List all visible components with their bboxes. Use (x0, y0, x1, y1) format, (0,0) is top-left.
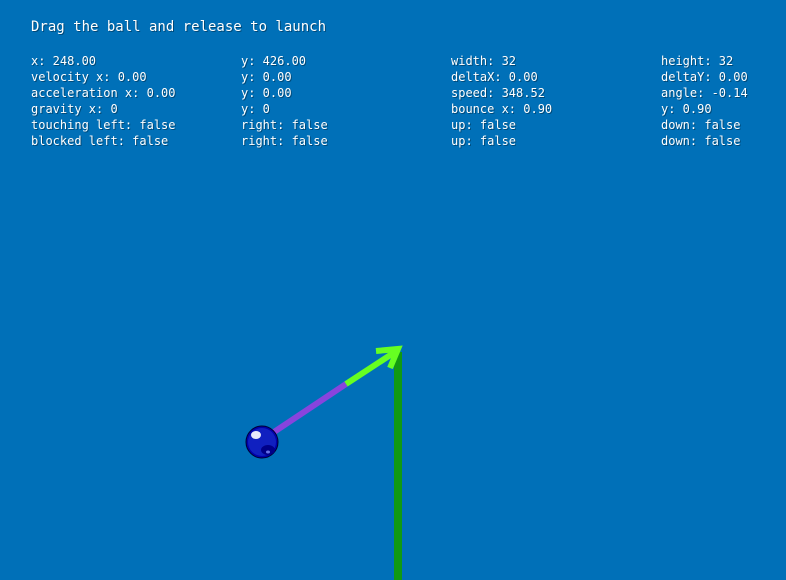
debug-column-3: width: 32 deltaX: 0.00 speed: 348.52 bou… (451, 53, 552, 149)
debug-touching-left: touching left: false (31, 118, 176, 132)
debug-acceleration-x: acceleration x: 0.00 (31, 86, 176, 100)
debug-panel: x: 248.00 velocity x: 0.00 acceleration … (0, 53, 786, 153)
drag-line (266, 381, 348, 439)
debug-bounce-y: y: 0.90 (661, 102, 712, 116)
debug-column-2: y: 426.00 y: 0.00 y: 0.00 y: 0 right: fa… (241, 53, 328, 149)
debug-velocity-x: velocity x: 0.00 (31, 70, 147, 84)
ball[interactable] (245, 425, 279, 459)
debug-blocked-up: up: false (451, 134, 517, 148)
debug-delta-y: deltaY: 0.00 (661, 70, 748, 84)
debug-y: y: 426.00 (241, 54, 307, 68)
debug-blocked-down: down: false (661, 134, 741, 148)
debug-column-4: height: 32 deltaY: 0.00 angle: -0.14 y: … (661, 53, 748, 149)
debug-touching-right: right: false (241, 118, 328, 132)
debug-gravity-x: gravity x: 0 (31, 102, 118, 116)
debug-column-1: x: 248.00 velocity x: 0.00 acceleration … (31, 53, 176, 149)
debug-touching-up: up: false (451, 118, 517, 132)
debug-x: x: 248.00 (31, 54, 97, 68)
game-canvas[interactable]: Drag the ball and release to launch x: 2… (0, 0, 786, 580)
debug-speed: speed: 348.52 (451, 86, 545, 100)
debug-blocked-right: right: false (241, 134, 328, 148)
debug-acceleration-y: y: 0.00 (241, 86, 292, 100)
debug-gravity-y: y: 0 (241, 102, 270, 116)
instruction-text: Drag the ball and release to launch (31, 19, 327, 35)
debug-bounce-x: bounce x: 0.90 (451, 102, 553, 116)
debug-width: width: 32 (451, 54, 517, 68)
debug-touching-down: down: false (661, 118, 741, 132)
debug-angle: angle: -0.14 (661, 86, 748, 100)
debug-height: height: 32 (661, 54, 734, 68)
debug-delta-x: deltaX: 0.00 (451, 70, 538, 84)
debug-blocked-left: blocked left: false (31, 134, 169, 148)
debug-velocity-y: y: 0.00 (241, 70, 292, 84)
